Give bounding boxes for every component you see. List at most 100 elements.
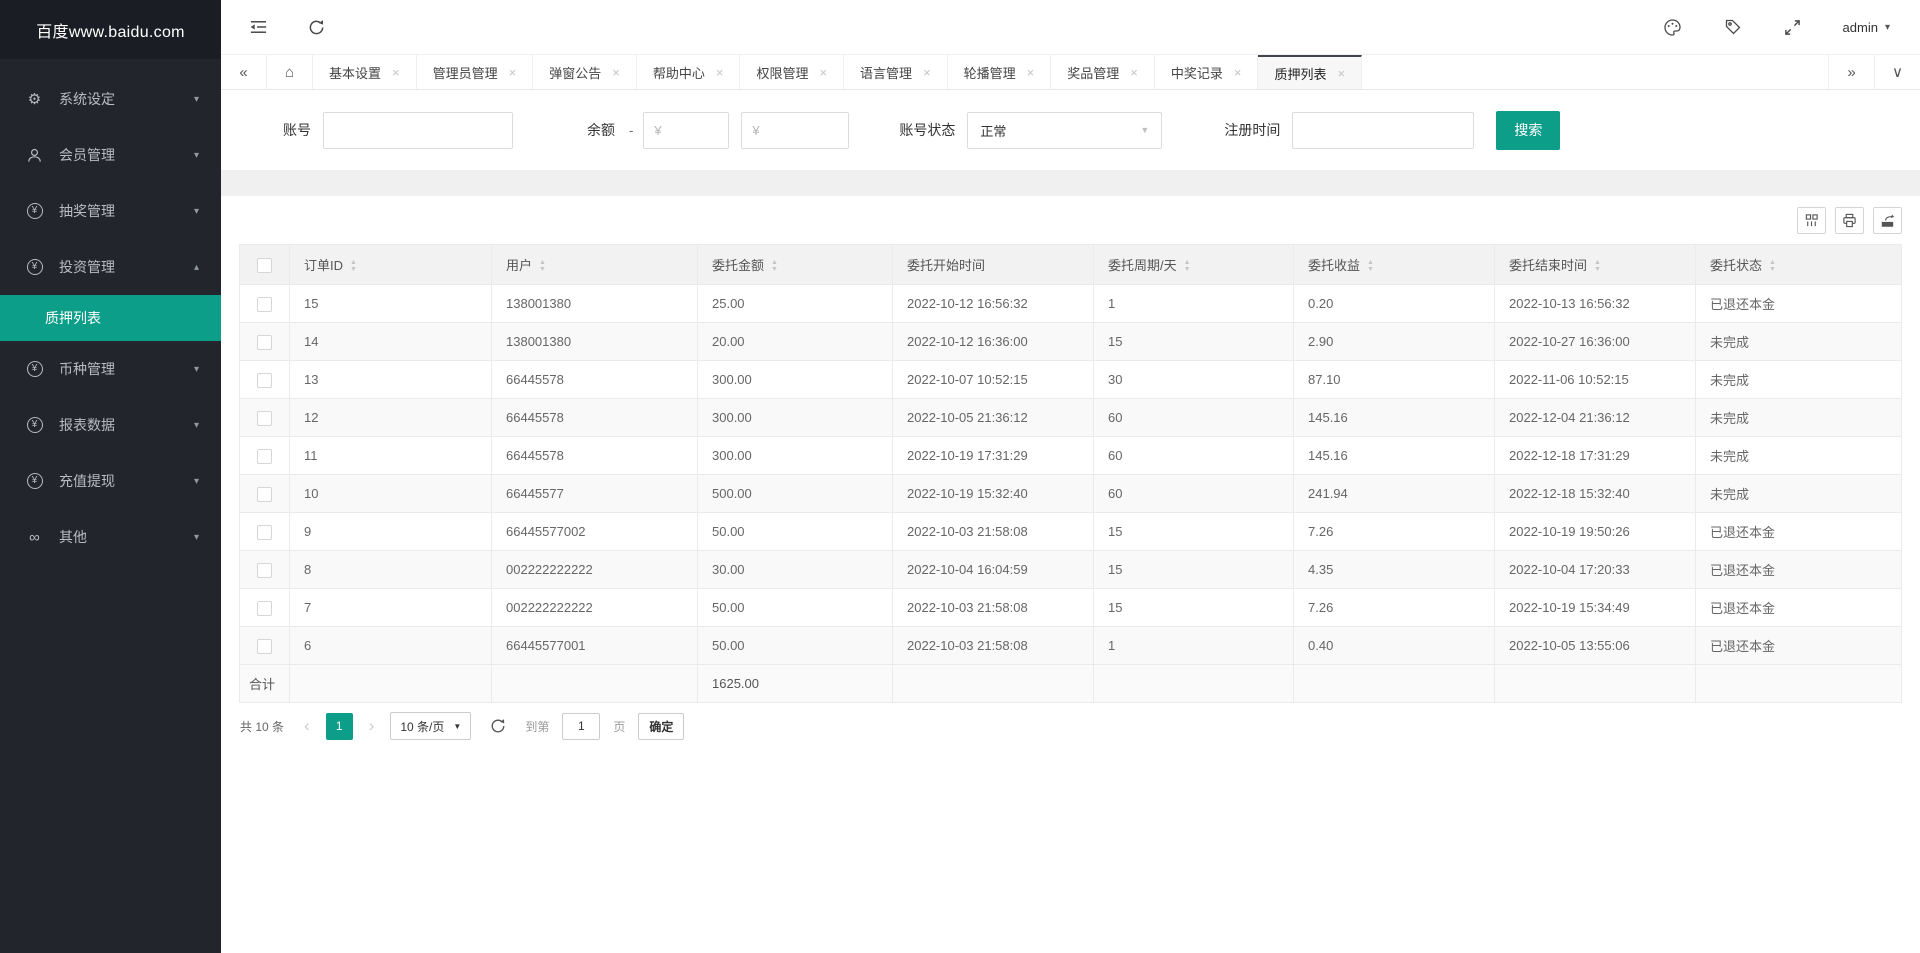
sidebar-item-system-settings[interactable]: ⚙ 系统设定 ▾ xyxy=(0,71,221,127)
cell-user: 66445578 xyxy=(491,398,698,437)
row-checkbox[interactable] xyxy=(257,410,272,426)
yen-icon: ¥ xyxy=(25,417,44,433)
chevron-down-icon: ▾ xyxy=(193,205,199,217)
pledge-table: 订单ID ▲ ▼ 用户 ▲ ▼ 委托金额 ▲ ▼ 委托开始时间 委托周期/天 ▲ ▼ xyxy=(239,244,1902,703)
sort-icon[interactable]: ▲ ▼ xyxy=(1184,259,1191,273)
tab-carousel[interactable]: 轮播管理 × xyxy=(948,55,1052,89)
table-total-row: 合计 1625.00 xyxy=(239,664,1902,703)
account-label: 账号 xyxy=(283,122,311,138)
sidebar-item-other[interactable]: ∞ 其他 ▾ xyxy=(0,509,221,565)
row-checkbox[interactable] xyxy=(257,372,272,388)
sidebar-item-lottery[interactable]: ¥ 抽奖管理 ▾ xyxy=(0,183,221,239)
sort-icon[interactable]: ▲ ▼ xyxy=(771,259,778,273)
sidebar-item-investment[interactable]: ¥ 投资管理 ▴ xyxy=(0,239,221,295)
tab-pledge-list[interactable]: 质押列表 × xyxy=(1258,55,1363,89)
tab-help-center[interactable]: 帮助中心 × xyxy=(637,55,741,89)
goto-page-input[interactable] xyxy=(562,712,601,740)
sidebar-fold-icon[interactable] xyxy=(249,19,268,35)
column-header-status[interactable]: 委托状态 ▲ ▼ xyxy=(1695,244,1902,285)
columns-toggle-button[interactable] xyxy=(1797,206,1826,234)
home-icon[interactable]: ⌂ xyxy=(267,55,313,89)
row-checkbox[interactable] xyxy=(257,600,272,616)
tabs-scroll-left[interactable]: « xyxy=(221,55,267,89)
table-section: 订单ID ▲ ▼ 用户 ▲ ▼ 委托金额 ▲ ▼ 委托开始时间 委托周期/天 ▲ ▼ xyxy=(221,196,1920,750)
row-checkbox[interactable] xyxy=(257,334,272,350)
confirm-button[interactable]: 确定 xyxy=(638,712,685,740)
theme-palette-icon[interactable] xyxy=(1663,18,1682,37)
column-header-profit[interactable]: 委托收益 ▲ ▼ xyxy=(1293,244,1495,285)
cell-user: 138001380 xyxy=(491,322,698,361)
row-checkbox[interactable] xyxy=(257,638,272,654)
export-button[interactable] xyxy=(1873,206,1902,234)
next-page-button[interactable]: › xyxy=(366,716,378,736)
row-checkbox[interactable] xyxy=(257,296,272,312)
tab-basic-settings[interactable]: 基本设置 × xyxy=(313,55,417,89)
sidebar-item-reports[interactable]: ¥ 报表数据 ▾ xyxy=(0,397,221,453)
tab-label: 权限管理 xyxy=(756,65,809,81)
cell-order-id: 6 xyxy=(289,626,492,665)
sidebar-item-members[interactable]: 会员管理 ▾ xyxy=(0,127,221,183)
sidebar-item-currency[interactable]: ¥ 币种管理 ▾ xyxy=(0,341,221,397)
sidebar-subitem-pledge-list[interactable]: 质押列表 xyxy=(0,295,221,341)
column-header-order-id[interactable]: 订单ID ▲ ▼ xyxy=(289,244,492,285)
cell-order-id: 14 xyxy=(289,322,492,361)
sort-icon[interactable]: ▲ ▼ xyxy=(350,259,357,273)
table-row: 10 66445577 500.00 2022-10-19 15:32:40 6… xyxy=(239,474,1902,513)
close-icon[interactable]: × xyxy=(1338,66,1346,81)
sidebar-item-recharge-withdraw[interactable]: ¥ 充值提现 ▾ xyxy=(0,453,221,509)
column-header-user[interactable]: 用户 ▲ ▼ xyxy=(491,244,698,285)
column-header-end-time[interactable]: 委托结束时间 ▲ ▼ xyxy=(1494,244,1696,285)
sort-icon[interactable]: ▲ ▼ xyxy=(1769,259,1776,273)
prev-page-button[interactable]: ‹ xyxy=(301,716,313,736)
account-input[interactable] xyxy=(323,111,513,149)
tab-language[interactable]: 语言管理 × xyxy=(844,55,948,89)
sidebar: 百度www.baidu.com ⚙ 系统设定 ▾ 会员管理 ▾ ¥ 抽奖管理 ▾… xyxy=(0,0,221,953)
register-time-input[interactable] xyxy=(1292,111,1475,149)
account-status-label: 账号状态 xyxy=(899,122,956,138)
page-size-select[interactable]: 10 条/页 ▼ xyxy=(390,712,472,740)
print-button[interactable] xyxy=(1835,206,1864,234)
sort-icon[interactable]: ▲ ▼ xyxy=(1594,259,1601,273)
tabs-menu-icon[interactable]: ∨ xyxy=(1874,55,1920,89)
column-header-cycle[interactable]: 委托周期/天 ▲ ▼ xyxy=(1093,244,1294,285)
tab-prizes[interactable]: 奖品管理 × xyxy=(1051,55,1155,89)
close-icon[interactable]: × xyxy=(819,65,827,80)
close-icon[interactable]: × xyxy=(1130,65,1138,80)
search-button[interactable]: 搜索 xyxy=(1496,110,1561,150)
row-checkbox[interactable] xyxy=(257,448,272,464)
sort-icon[interactable]: ▲ ▼ xyxy=(1367,259,1374,273)
tab-winning-records[interactable]: 中奖记录 × xyxy=(1155,55,1259,89)
cell-amount: 30.00 xyxy=(697,550,893,589)
fullscreen-icon[interactable] xyxy=(1784,19,1801,36)
balance-min-input[interactable] xyxy=(643,111,730,149)
close-icon[interactable]: × xyxy=(1234,65,1242,80)
chevron-down-icon: ▾ xyxy=(193,419,199,431)
row-checkbox[interactable] xyxy=(257,562,272,578)
close-icon[interactable]: × xyxy=(612,65,620,80)
select-all-checkbox[interactable] xyxy=(257,257,272,273)
cell-cycle: 60 xyxy=(1093,398,1294,437)
account-status-select[interactable]: 正常 ▼ xyxy=(967,111,1163,149)
table-row: 7 002222222222 50.00 2022-10-03 21:58:08… xyxy=(239,588,1902,627)
tab-popup-notice[interactable]: 弹窗公告 × xyxy=(533,55,637,89)
close-icon[interactable]: × xyxy=(392,65,400,80)
close-icon[interactable]: × xyxy=(716,65,724,80)
sort-icon[interactable]: ▲ ▼ xyxy=(539,259,546,273)
refresh-icon[interactable] xyxy=(308,19,325,36)
close-icon[interactable]: × xyxy=(923,65,931,80)
cell-profit: 145.16 xyxy=(1293,436,1495,475)
tabs-scroll-right[interactable]: » xyxy=(1828,55,1874,89)
row-checkbox[interactable] xyxy=(257,524,272,540)
user-menu[interactable]: admin ▾ xyxy=(1843,20,1890,35)
balance-max-input[interactable] xyxy=(741,111,850,149)
close-icon[interactable]: × xyxy=(509,65,517,80)
column-header-amount[interactable]: 委托金额 ▲ ▼ xyxy=(697,244,893,285)
close-icon[interactable]: × xyxy=(1027,65,1035,80)
refresh-list-icon[interactable] xyxy=(490,718,506,734)
tab-permissions[interactable]: 权限管理 × xyxy=(740,55,845,89)
row-checkbox[interactable] xyxy=(257,486,272,502)
tab-admin-management[interactable]: 管理员管理 × xyxy=(417,55,534,89)
yen-icon: ¥ xyxy=(25,361,44,377)
tag-icon[interactable] xyxy=(1724,18,1742,36)
page-number-button[interactable]: 1 xyxy=(325,712,353,740)
